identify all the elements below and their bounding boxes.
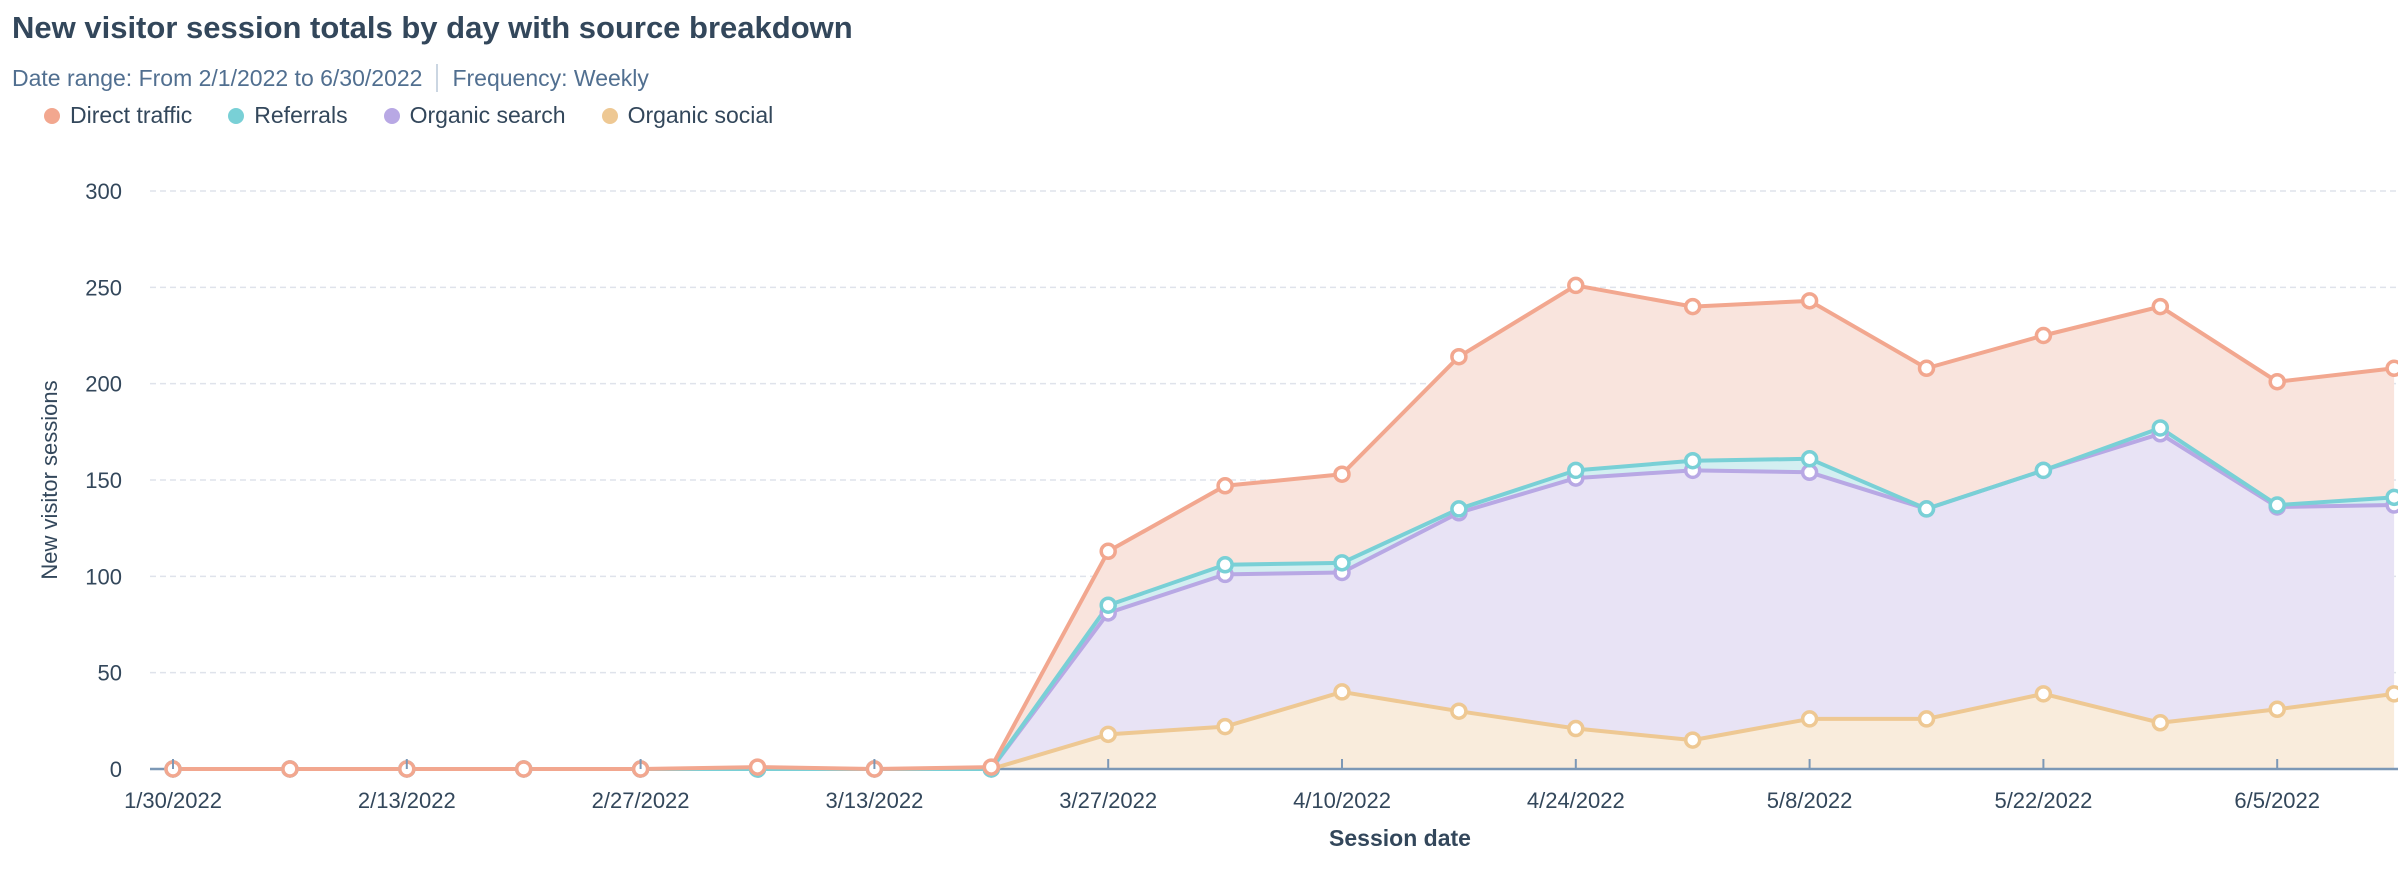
data-point — [1800, 710, 1819, 728]
y-tick-label: 150 — [85, 468, 122, 493]
data-point — [1099, 725, 1117, 744]
data-point — [2151, 297, 2170, 316]
data-point — [1567, 461, 1585, 480]
data-point — [1567, 276, 1585, 295]
data-point — [2385, 488, 2398, 507]
data-point — [2268, 700, 2286, 719]
data-point — [1099, 542, 1117, 561]
data-point — [2151, 419, 2170, 437]
y-tick-label: 0 — [110, 757, 122, 782]
y-tick-label: 300 — [85, 179, 122, 204]
data-point — [1567, 719, 1585, 738]
data-point — [2385, 685, 2398, 703]
data-point — [1450, 347, 1468, 366]
data-point — [1216, 477, 1234, 495]
data-point — [2151, 714, 2170, 732]
data-point — [1450, 500, 1468, 518]
data-point — [1216, 556, 1234, 574]
y-tick-label: 200 — [85, 372, 122, 397]
area-chart: 0 50 100 150 200 250 300 New visitor sessions 1/… — [37, 179, 2398, 851]
x-tick-label: 1/30/2022 — [124, 788, 222, 813]
data-point — [1917, 359, 1936, 378]
data-point — [1917, 500, 1936, 518]
data-point — [2268, 496, 2286, 514]
data-point — [281, 760, 299, 778]
data-point — [1099, 596, 1117, 614]
data-point — [1216, 717, 1234, 736]
data-point — [748, 758, 767, 776]
y-tick-label: 50 — [98, 661, 122, 686]
data-point — [1450, 702, 1468, 720]
x-tick-label: 2/27/2022 — [592, 788, 690, 813]
data-point — [1683, 451, 1702, 470]
x-tick-label: 4/10/2022 — [1293, 788, 1391, 813]
x-tick-label: 2/13/2022 — [358, 788, 456, 813]
data-point — [1917, 710, 1936, 728]
data-point — [1333, 465, 1351, 483]
data-point — [1800, 450, 1819, 468]
data-point — [2268, 372, 2286, 391]
y-axis-title: New visitor sessions — [37, 380, 62, 579]
y-tick-label: 250 — [85, 275, 122, 300]
chart-container: New visitor session totals by day with s… — [0, 0, 2398, 888]
x-axis-title: Session date — [1329, 825, 1471, 851]
data-point — [1683, 297, 1702, 316]
x-tick-label: 4/24/2022 — [1527, 788, 1625, 813]
data-point — [2034, 326, 2053, 345]
data-point — [514, 760, 533, 778]
y-tick-label: 100 — [85, 564, 122, 589]
data-point — [982, 758, 1001, 776]
data-point — [1333, 683, 1351, 701]
data-point — [1683, 731, 1702, 749]
data-point — [2034, 461, 2053, 480]
data-point — [2385, 359, 2398, 378]
data-point — [2034, 685, 2053, 703]
x-tick-label: 5/22/2022 — [1994, 788, 2092, 813]
data-point — [1333, 554, 1351, 572]
x-tick-label: 6/5/2022 — [2234, 788, 2320, 813]
x-tick-label: 3/13/2022 — [825, 788, 923, 813]
x-tick-label: 3/27/2022 — [1059, 788, 1157, 813]
x-tick-label: 5/8/2022 — [1767, 788, 1853, 813]
data-point — [1800, 292, 1819, 310]
